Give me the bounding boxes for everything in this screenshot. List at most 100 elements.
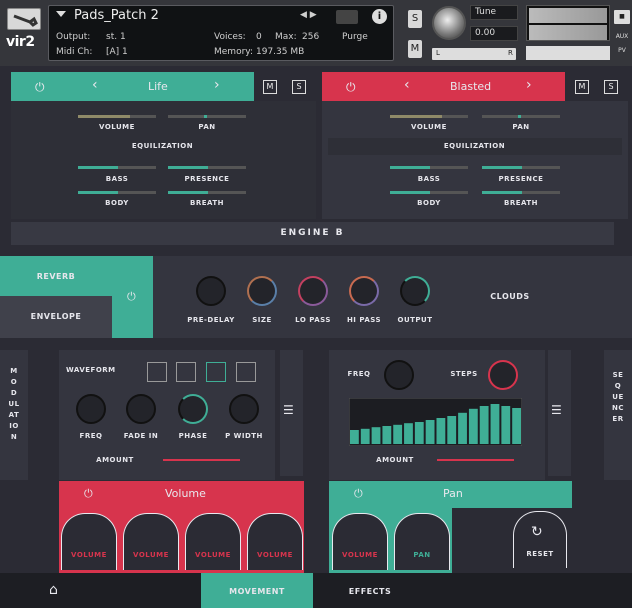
step-bar[interactable] [414, 422, 424, 444]
volume-slider[interactable] [526, 46, 610, 60]
mute-icon[interactable]: ■ [614, 10, 630, 24]
step-bar[interactable] [447, 416, 457, 444]
freq-knob[interactable] [76, 394, 106, 424]
layer-1-bass-label: BASS [105, 175, 129, 183]
seq-steps-knob[interactable] [488, 360, 518, 390]
step-bar[interactable] [458, 412, 467, 444]
mute-button[interactable]: M [408, 40, 422, 58]
reverb-preset[interactable]: CLOUDS [470, 292, 550, 301]
sliders-icon[interactable]: ☰ [551, 403, 562, 417]
mod-target-name[interactable]: Volume [165, 487, 206, 500]
power-icon[interactable]: ⏻ [127, 290, 136, 304]
sliders-icon[interactable]: ☰ [283, 403, 294, 417]
pre-delay-knob[interactable] [196, 276, 226, 306]
info-icon[interactable]: i [372, 9, 387, 24]
seq-tab-1[interactable] [332, 513, 388, 570]
power-icon[interactable]: ⏻ [35, 80, 45, 95]
step-bar[interactable] [404, 423, 413, 444]
hi-pass-knob[interactable] [349, 276, 379, 306]
p-width-knob[interactable] [229, 394, 259, 424]
solo-button[interactable]: S [408, 10, 422, 28]
mod-amount-slider[interactable] [163, 459, 240, 461]
camera-icon[interactable] [336, 10, 358, 24]
max-value[interactable]: 256 [302, 32, 319, 42]
pv-button[interactable]: PV [614, 44, 630, 58]
step-bar[interactable] [350, 430, 359, 444]
home-icon[interactable]: ⌂ [49, 582, 58, 598]
pan-slider[interactable] [432, 48, 516, 60]
wrench-icon[interactable] [7, 8, 41, 30]
layer-1-body-slider[interactable] [78, 191, 156, 194]
layer-1-breath-slider[interactable] [168, 191, 246, 194]
step-bar[interactable] [393, 424, 403, 444]
step-bar[interactable] [501, 406, 511, 444]
output-value[interactable]: st. 1 [106, 32, 126, 42]
seq-amount-slider[interactable] [437, 459, 514, 461]
midi-value[interactable]: [A] 1 [106, 47, 128, 57]
lo-pass-knob[interactable] [298, 276, 328, 306]
caret-down-icon[interactable] [56, 11, 66, 17]
step-bar[interactable] [425, 420, 435, 444]
tune-knob[interactable] [432, 6, 466, 40]
layer-1-presence-label: PRESENCE [184, 175, 230, 183]
mod-tab-2[interactable] [123, 513, 179, 570]
step-bar[interactable] [490, 404, 500, 444]
prev-next-icon[interactable]: ◀ ▶ [300, 10, 317, 20]
square-wave-icon[interactable] [147, 362, 167, 382]
step-bar[interactable] [512, 408, 521, 444]
step-bar[interactable] [360, 428, 370, 444]
chevron-left-icon[interactable]: ‹ [404, 77, 410, 93]
power-icon[interactable]: ⏻ [84, 487, 93, 501]
step-bar[interactable] [436, 418, 446, 444]
effects-tab[interactable]: EFFECTS [330, 587, 410, 596]
layer-2-mute[interactable]: M [575, 80, 589, 94]
step-graph[interactable] [349, 398, 522, 446]
layer-2-presence-label: PRESENCE [498, 175, 544, 183]
chevron-right-icon[interactable]: › [214, 77, 220, 93]
sine-wave-icon[interactable] [206, 362, 226, 382]
layer-2-volume-slider[interactable] [390, 115, 468, 118]
chevron-right-icon[interactable]: › [526, 77, 532, 93]
reverb-tab[interactable]: REVERB [14, 272, 98, 281]
layer-2-bass-slider[interactable] [390, 166, 468, 169]
output-knob[interactable] [400, 276, 430, 306]
layer-2-solo[interactable]: S [604, 80, 618, 94]
seq-target-name[interactable]: Pan [443, 487, 463, 500]
step-bar[interactable] [479, 406, 489, 444]
size-knob[interactable] [247, 276, 277, 306]
chevron-left-icon[interactable]: ‹ [92, 77, 98, 93]
layer-1-pan-slider[interactable] [168, 115, 246, 118]
aux-button[interactable]: AUX [614, 30, 630, 44]
seq-tab-2[interactable] [394, 513, 450, 570]
layer-2-breath-slider[interactable] [482, 191, 560, 194]
seq-freq-label: FREQ [347, 370, 371, 378]
step-bar[interactable] [468, 408, 478, 444]
layer-1-volume-slider[interactable] [78, 115, 156, 118]
layer-1-presence-slider[interactable] [168, 166, 246, 169]
fade-in-knob[interactable] [126, 394, 156, 424]
step-bar[interactable] [371, 427, 381, 444]
mod-tab-4[interactable] [247, 513, 303, 570]
layer-1-name[interactable]: Life [148, 80, 168, 93]
saw-wave-icon[interactable] [236, 362, 256, 382]
layer-1-bass-slider[interactable] [78, 166, 156, 169]
layer-2-pan-slider[interactable] [482, 115, 560, 118]
mod-tab-1[interactable] [61, 513, 117, 570]
mod-tab-3[interactable] [185, 513, 241, 570]
purge-dropdown[interactable]: Purge [342, 32, 368, 42]
power-icon[interactable]: ⏻ [354, 487, 363, 501]
step-bar[interactable] [382, 426, 392, 444]
voices-label: Voices: [214, 32, 246, 42]
layer-2-body-slider[interactable] [390, 191, 468, 194]
layer-2-presence-slider[interactable] [482, 166, 560, 169]
layer-1-solo[interactable]: S [292, 80, 306, 94]
patch-name[interactable]: Pads_Patch 2 [74, 8, 159, 23]
seq-freq-knob[interactable] [384, 360, 414, 390]
phase-knob[interactable] [178, 394, 208, 424]
layer-1-pan-label: PAN [198, 123, 216, 131]
triangle-wave-icon[interactable] [176, 362, 196, 382]
layer-2-name[interactable]: Blasted [450, 80, 491, 93]
layer-1-mute[interactable]: M [263, 80, 277, 94]
tune-value[interactable]: 0.00 [470, 26, 518, 41]
power-icon[interactable]: ⏻ [346, 80, 356, 95]
